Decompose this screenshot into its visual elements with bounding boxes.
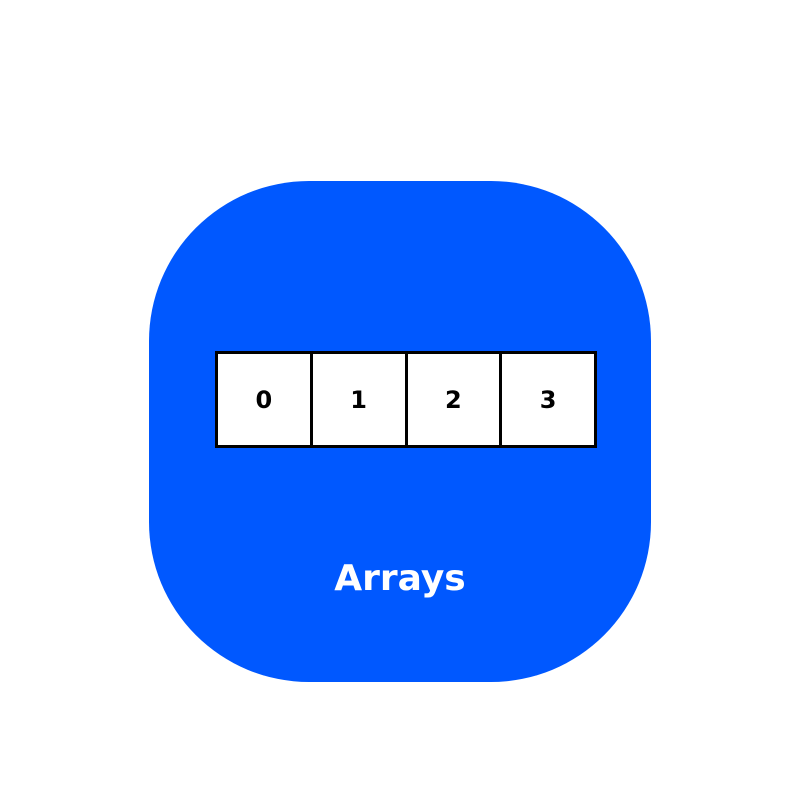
array-cell-3: 3 — [539, 385, 557, 414]
array-cell-1: 1 — [313, 354, 408, 445]
array-cell-0: 0 — [218, 354, 313, 445]
tile-label: Arrays — [334, 558, 466, 599]
array-cell-2: 2 — [408, 354, 503, 445]
array-diagram: 0 1 2 3 — [215, 351, 597, 448]
